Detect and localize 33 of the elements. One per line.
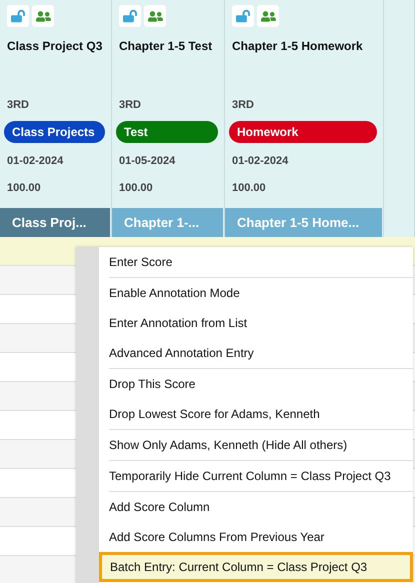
menu-item[interactable]: Advanced Annotation Entry xyxy=(109,338,413,368)
users-icon[interactable] xyxy=(144,5,166,27)
category-tag: Class Projects xyxy=(4,121,105,143)
unlocked-icon[interactable] xyxy=(232,5,254,27)
assignment-title: Chapter 1-5 Homework xyxy=(232,39,364,53)
assignment-date: 01-02-2024 xyxy=(7,155,64,167)
menu-item[interactable]: Add Score Columns From Previous Year xyxy=(109,522,413,552)
column-header[interactable]: Class Proj... xyxy=(0,208,111,237)
unlocked-icon[interactable] xyxy=(119,5,141,27)
assignment-date: 01-05-2024 xyxy=(119,155,176,167)
points-possible: 100.00 xyxy=(232,182,267,194)
users-icon[interactable] xyxy=(257,5,279,27)
unlocked-icon[interactable] xyxy=(7,5,29,27)
menu-item[interactable]: Temporarily Hide Current Column = Class Project Q3 xyxy=(109,461,413,491)
assignment-title: Class Project Q3 xyxy=(7,39,104,53)
assignment-date: 01-02-2024 xyxy=(232,155,290,167)
menu-item[interactable]: Drop This Score xyxy=(109,369,413,399)
menu-item[interactable]: Enter Annotation from List xyxy=(109,308,413,338)
category-tag: Homework xyxy=(229,121,377,143)
grade-level: 3RD xyxy=(119,99,142,111)
points-possible: 100.00 xyxy=(7,182,42,194)
menu-item[interactable]: Show Only Adams, Kenneth (Hide All others) xyxy=(109,430,413,460)
menu-item[interactable]: Enable Annotation Mode xyxy=(109,278,413,308)
menu-item[interactable]: Add Score Column xyxy=(109,492,413,522)
grade-level: 3RD xyxy=(7,99,30,111)
grade-level: 3RD xyxy=(232,99,256,111)
menu-item[interactable]: Batch Entry: Current Column = Class Project Q3 xyxy=(99,552,413,582)
menu-item[interactable]: Enter Score xyxy=(109,247,413,277)
assignment-title: Chapter 1-5 Test xyxy=(119,39,214,53)
points-possible: 100.00 xyxy=(119,182,154,194)
menu-item[interactable]: Drop Lowest Score for Adams, Kenneth xyxy=(109,399,413,429)
category-tag: Test xyxy=(116,121,218,143)
users-icon[interactable] xyxy=(32,5,54,27)
